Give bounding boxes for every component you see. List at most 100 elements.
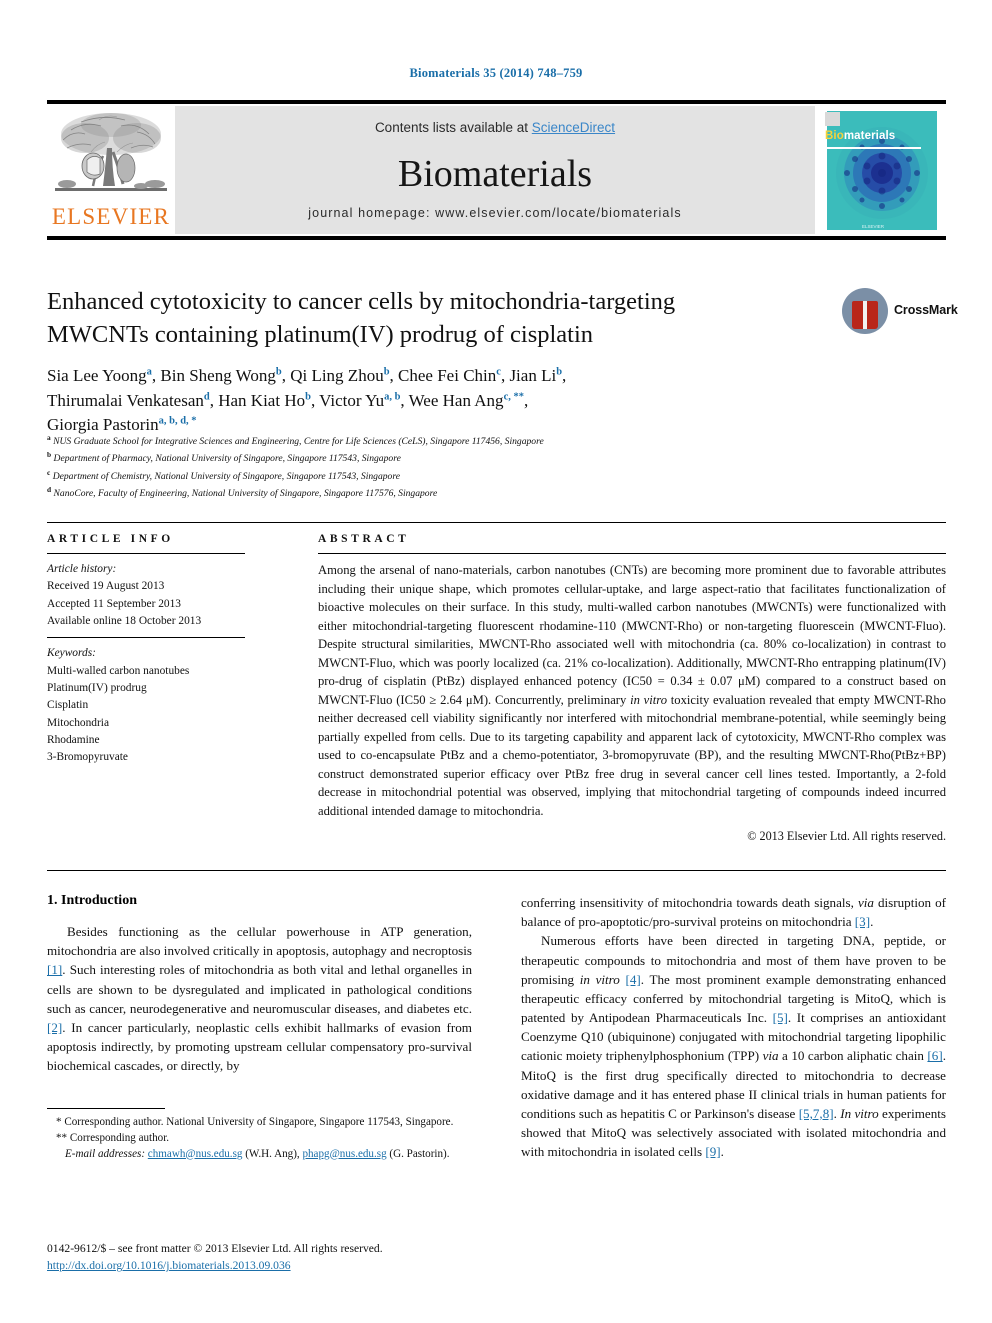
author-name[interactable]: Thirumalai Venkatesan	[47, 391, 204, 410]
abstract-copyright: © 2013 Elsevier Ltd. All rights reserved…	[747, 829, 946, 843]
article-history-label: Article history:	[47, 563, 117, 575]
journal-title: Biomaterials	[397, 153, 593, 195]
article-info-rule	[47, 553, 245, 554]
author-affiliation-mark[interactable]: a	[147, 367, 152, 378]
author-name[interactable]: Bin Sheng Wong	[160, 366, 275, 385]
citation-ref-9[interactable]: [9]	[705, 1144, 720, 1159]
citation-ref-1[interactable]: [1]	[47, 962, 62, 977]
keyword-item[interactable]: Platinum(IV) prodrug	[47, 680, 285, 697]
journal-masthead: ELSEVIER Contents lists available at Sci…	[47, 100, 946, 240]
affiliation-text: Department of Pharmacy, National Univers…	[53, 453, 401, 465]
keyword-item[interactable]: Rhodamine	[47, 732, 285, 749]
cover-footer-text: ELSEVIER	[861, 224, 884, 229]
masthead-center-panel: Contents lists available at ScienceDirec…	[175, 106, 815, 234]
crossmark-badge[interactable]: CrossMark	[842, 284, 958, 340]
intro-italic-invitro-2: In vitro	[840, 1105, 879, 1121]
journal-cover-thumbnail[interactable]: Biomaterials ELSEVIER	[818, 106, 946, 234]
citation-ref-578[interactable]: [5,7,8]	[799, 1106, 834, 1121]
title-line-1: Enhanced cytotoxicity to cancer cells by…	[47, 288, 676, 315]
author-name[interactable]: Jian Li	[509, 366, 556, 385]
author-name[interactable]: Chee Fei Chin	[398, 366, 496, 385]
footnote-block: * Corresponding author. National Univers…	[47, 1108, 472, 1162]
intro-italic-via-2: via	[762, 1048, 779, 1064]
email-link-pastorin[interactable]: phapg@nus.edu.sg	[302, 1148, 386, 1160]
affiliation-mark: d	[47, 485, 52, 495]
abstract-part-2: toxicity evaluation revealed that empty …	[318, 692, 946, 818]
author-affiliation-mark[interactable]: a, b	[384, 391, 400, 402]
affiliation-item: b Department of Pharmacy, National Unive…	[47, 449, 747, 466]
issn-doi-block: 0142-9612/$ – see front matter © 2013 El…	[47, 1240, 547, 1275]
affiliation-mark: a	[47, 433, 51, 442]
author-affiliation-mark[interactable]: b	[384, 367, 390, 378]
affiliation-item: a NUS Graduate School for Integrative Sc…	[47, 432, 747, 449]
abstract-part-1: Among the arsenal of nano-materials, car…	[318, 563, 946, 707]
keyword-item[interactable]: Cisplatin	[47, 697, 285, 714]
abstract-rule	[318, 553, 946, 554]
abstract-heading: ABSTRACT	[318, 533, 410, 545]
keyword-item[interactable]: Mitochondria	[47, 715, 285, 732]
contents-available-line: Contents lists available at ScienceDirec…	[175, 120, 815, 135]
citation-ref-5[interactable]: [5]	[773, 1010, 788, 1025]
author-name[interactable]: Victor Yu	[319, 391, 384, 410]
citation-ref-2[interactable]: [2]	[47, 1020, 62, 1035]
affiliation-text: NUS Graduate School for Integrative Scie…	[53, 436, 544, 448]
intro-italic-via-1: via	[857, 895, 874, 910]
author-list: Sia Lee Yoonga, Bin Sheng Wongb, Qi Ling…	[47, 366, 567, 435]
keyword-item[interactable]: Multi-walled carbon nanotubes	[47, 663, 285, 680]
masthead-top-rule	[47, 100, 946, 104]
affiliation-item: c Department of Chemistry, National Univ…	[47, 467, 747, 484]
author-affiliation-mark[interactable]: b	[556, 367, 562, 378]
author-affiliation-mark[interactable]: a, b, d, *	[159, 416, 197, 427]
journal-homepage-line[interactable]: journal homepage: www.elsevier.com/locat…	[175, 206, 815, 220]
citation-ref-4[interactable]: [4]	[625, 972, 640, 987]
email-link-ang[interactable]: chmawh@nus.edu.sg	[148, 1148, 243, 1160]
affiliation-mark: c	[47, 467, 51, 477]
intro-paragraph-2: Numerous efforts have been directed in t…	[521, 931, 946, 1161]
masthead-bottom-rule	[47, 236, 946, 240]
doi-link[interactable]: http://dx.doi.org/10.1016/j.biomaterials…	[47, 1259, 291, 1272]
author-name[interactable]: Han Kiat Ho	[218, 391, 305, 410]
cover-artwork	[827, 111, 937, 230]
intro-right-2e: a 10 carbon aliphatic chain	[778, 1048, 928, 1064]
footnote-emails: E-mail addresses: chmawh@nus.edu.sg (W.H…	[47, 1147, 472, 1163]
intro-italic-invitro-1: in vitro	[579, 971, 620, 987]
keyword-item[interactable]: 3-Bromopyruvate	[47, 749, 285, 766]
footnote-mark-2: **	[56, 1131, 68, 1144]
email-owner-pastorin: (G. Pastorin).	[389, 1147, 450, 1160]
intro-right-2i: .	[720, 1144, 724, 1160]
author-name[interactable]: Qi Ling Zhou	[290, 366, 384, 385]
band-bottom-rule	[47, 870, 946, 871]
intro-right-a: conferring insensitivity of mitochondria…	[521, 895, 858, 910]
citation-ref-6[interactable]: [6]	[927, 1048, 942, 1063]
article-history-block: Article history: Received 19 August 2013…	[47, 561, 285, 630]
author-affiliation-mark[interactable]: b	[276, 367, 282, 378]
author-name[interactable]: Sia Lee Yoong	[47, 366, 147, 385]
elsevier-wordmark: ELSEVIER	[51, 204, 171, 229]
elsevier-tree-icon	[51, 108, 171, 202]
article-page: Biomaterials 35 (2014) 748–759 ELSEVIER …	[0, 0, 992, 1323]
crossmark-circle-icon	[842, 288, 888, 334]
author-name[interactable]: Wee Han Ang	[409, 391, 504, 410]
footnote-rule	[47, 1108, 165, 1109]
author-affiliation-mark[interactable]: c, **	[504, 391, 524, 402]
running-head: Biomaterials 35 (2014) 748–759	[409, 66, 583, 80]
abstract-italic-invitro: in vitro	[630, 692, 667, 707]
crossmark-book-icon	[852, 301, 878, 329]
author-affiliation-mark[interactable]: b	[305, 391, 311, 402]
keywords-rule	[47, 637, 245, 639]
footnote-text-1: Corresponding author. National Universit…	[61, 1116, 454, 1128]
intro-text-b: . Such interesting roles of mitochondria…	[47, 962, 472, 1016]
intro-right-c: .	[870, 914, 874, 930]
email-owner-ang: (W.H. Ang),	[245, 1147, 300, 1160]
sciencedirect-link[interactable]: ScienceDirect	[532, 120, 615, 135]
citation-ref-3[interactable]: [3]	[855, 914, 870, 929]
author-affiliation-mark[interactable]: d	[204, 391, 210, 402]
body-right-column: conferring insensitivity of mitochondria…	[521, 893, 946, 1161]
article-info-heading: ARTICLE INFO	[47, 533, 174, 545]
crossmark-label: CrossMark	[894, 303, 958, 317]
introduction-heading: 1. Introduction	[47, 893, 137, 908]
author-affiliation-mark[interactable]: c	[496, 367, 501, 378]
info-abstract-band: ARTICLE INFO Article history: Received 1…	[47, 522, 946, 871]
footnote-corresponding-2: ** Corresponding author.	[47, 1131, 472, 1147]
contents-prefix: Contents lists available at	[374, 120, 532, 135]
